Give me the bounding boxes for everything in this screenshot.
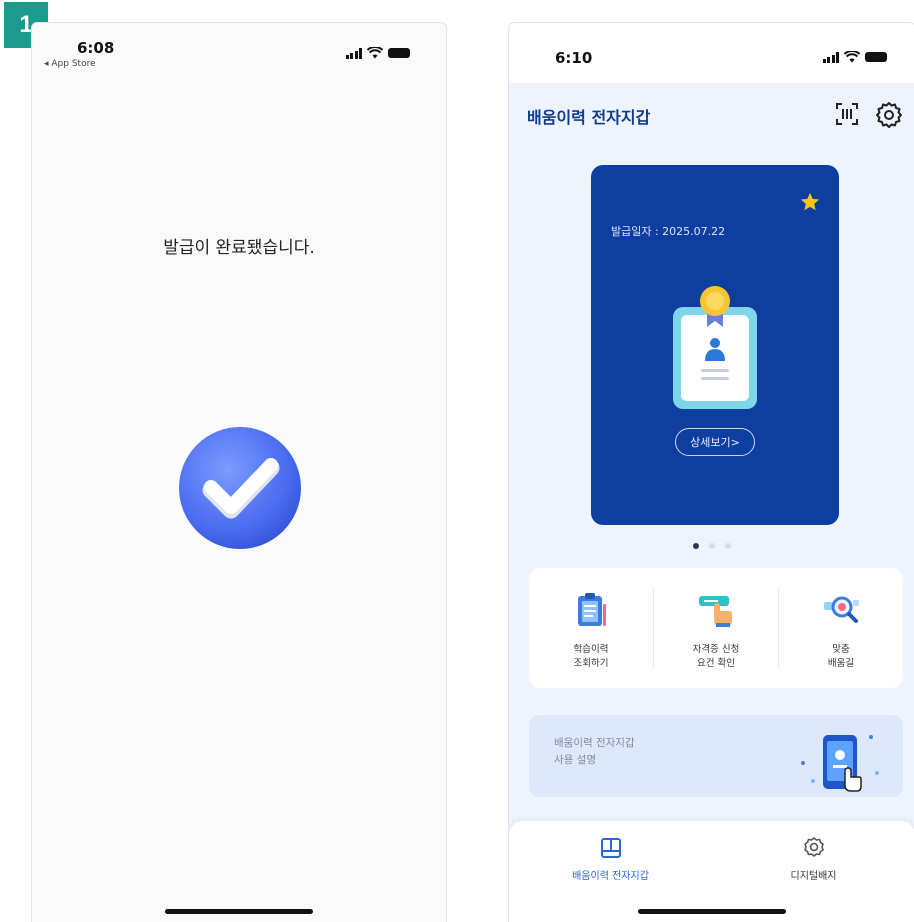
status-time: 6:10 <box>555 49 593 67</box>
tab-label: 디지털배지 <box>790 871 837 882</box>
phone-tap-illustration-icon <box>801 735 879 792</box>
app-header: 배움이력 전자지갑 <box>509 98 914 148</box>
issue-date: 발급일자 : 2025.07.22 <box>611 225 726 238</box>
app-title: 배움이력 전자지갑 <box>527 108 651 127</box>
tab-label: 배움이력 전자지갑 <box>572 871 649 882</box>
status-icons <box>822 51 887 63</box>
usage-guide-banner[interactable]: 배움이력 전자지갑 사용 설명 <box>529 715 903 797</box>
status-bar: 6:08 ◂ App Store <box>32 23 446 83</box>
home-indicator <box>638 909 786 914</box>
home-indicator <box>165 909 313 914</box>
favorite-star-icon[interactable] <box>799 191 821 213</box>
tap-screen-icon <box>699 596 732 627</box>
quick-menu: 학습이력 조회하기 자격증 신청 요건 확인 맞춤 배움길 <box>529 568 903 688</box>
menu-label: 학습이력 조회하기 <box>573 644 609 669</box>
tab-learning-wallet[interactable]: 배움이력 전자지갑 <box>509 831 712 891</box>
credential-card[interactable]: 발급일자 : 2025.07.22 상세보기> <box>591 165 839 525</box>
menu-certificate-requirements[interactable]: 자격증 신청 요건 확인 <box>654 568 778 688</box>
clipboard-icon <box>578 593 606 626</box>
qr-scan-icon[interactable] <box>833 100 861 128</box>
bottom-tab-bar: 배움이력 전자지갑 디지털배지 <box>509 821 914 922</box>
checkmark-icon <box>179 427 301 549</box>
issue-complete-message: 발급이 완료됐습니다. <box>163 238 315 258</box>
settings-gear-icon[interactable] <box>875 100 903 128</box>
badge-tab-icon <box>803 837 824 857</box>
status-icons <box>345 47 410 59</box>
wallet-tab-icon <box>600 838 621 858</box>
pager-dot[interactable] <box>709 543 715 549</box>
view-details-button[interactable]: 상세보기> <box>675 428 755 456</box>
menu-custom-learning-path[interactable]: 맞춤 배움길 <box>779 568 903 688</box>
pager-dot[interactable] <box>725 543 731 549</box>
status-time: 6:08 <box>77 39 115 57</box>
usage-guide-text: 배움이력 전자지갑 사용 설명 <box>554 737 635 766</box>
signal-icon <box>345 47 362 59</box>
back-to-app-store-link[interactable]: ◂ App Store <box>44 59 96 69</box>
wifi-icon <box>844 51 860 63</box>
signal-icon <box>822 51 839 63</box>
magnify-icon <box>824 596 859 623</box>
phone-screen-wallet-home: 6:10 배움이력 전자지갑 발급일자 : 2025.07.22 상세보기> 학… <box>508 22 914 922</box>
certificate-icon <box>673 286 757 409</box>
card-pager <box>509 543 914 549</box>
battery-icon <box>865 52 887 62</box>
tab-digital-badge[interactable]: 디지털배지 <box>712 831 914 891</box>
menu-learning-history[interactable]: 학습이력 조회하기 <box>529 568 653 688</box>
pager-dot[interactable] <box>693 543 699 549</box>
menu-label: 자격증 신청 요건 확인 <box>692 644 740 669</box>
status-bar: 6:10 <box>509 23 914 83</box>
menu-label: 맞춤 배움길 <box>827 644 855 669</box>
wifi-icon <box>367 47 383 59</box>
battery-icon <box>388 48 410 58</box>
phone-screen-issue-complete: 6:08 ◂ App Store 발급이 완료됐습니다. <box>31 22 447 922</box>
